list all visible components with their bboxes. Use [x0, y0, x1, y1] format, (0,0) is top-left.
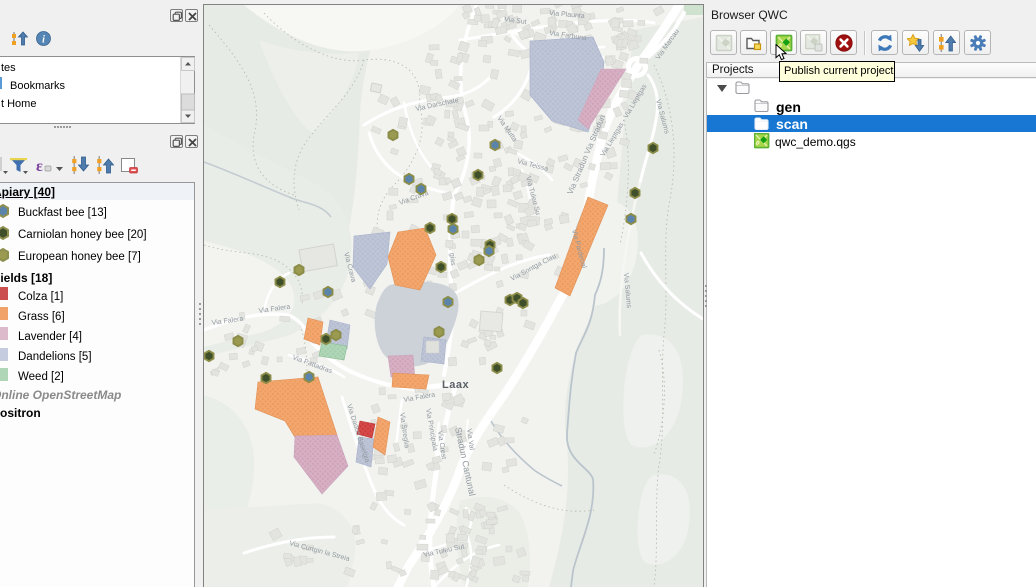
- svg-text:i: i: [42, 34, 45, 45]
- svg-text:gias: gias: [448, 253, 456, 267]
- svg-text:ε: ε: [36, 158, 43, 175]
- svg-text:Laax: Laax: [442, 379, 469, 391]
